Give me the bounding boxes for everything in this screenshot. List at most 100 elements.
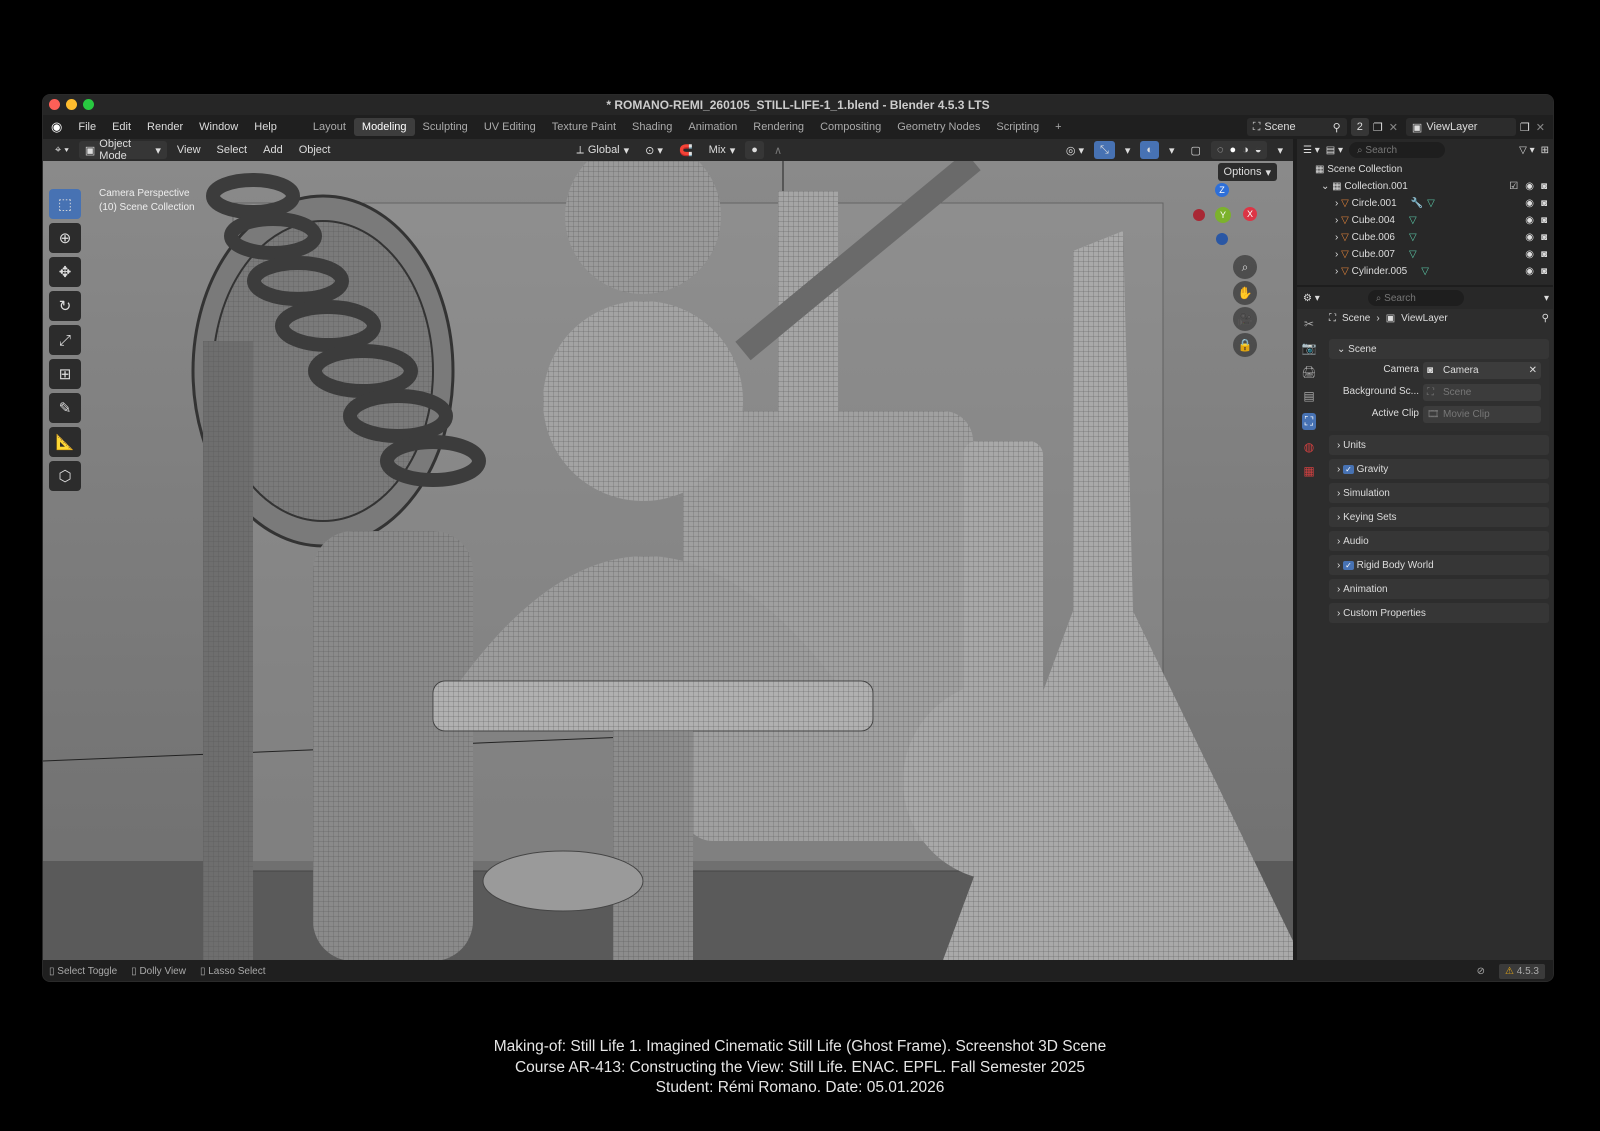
scene-section-header[interactable]: ⌄ Scene — [1329, 339, 1549, 359]
add-cube-tool-icon[interactable]: ⬡ — [49, 461, 81, 491]
panel-custom-properties[interactable]: › Custom Properties — [1329, 603, 1549, 623]
menu-object[interactable]: Object — [293, 141, 337, 159]
eye-icon[interactable]: ◉ — [1525, 232, 1534, 243]
chevron-down-icon[interactable]: ▾ — [1544, 293, 1549, 304]
maximize-icon[interactable] — [83, 99, 94, 110]
tab-scripting[interactable]: Scripting — [988, 118, 1047, 136]
copy-viewlayer-icon[interactable]: ❐ — [1520, 121, 1530, 134]
new-collection-icon[interactable]: ⊞ — [1541, 145, 1549, 156]
outliner-search-input[interactable]: ⌕ Search — [1349, 142, 1446, 158]
camera-icon[interactable]: ◙ — [1541, 181, 1547, 192]
camera-view-icon[interactable]: 🎥 — [1233, 307, 1257, 331]
scene-selector[interactable]: ⛶ Scene ⚲ — [1246, 118, 1347, 136]
close-scene-icon[interactable]: ✕ — [1389, 121, 1398, 134]
tab-sculpting[interactable]: Sculpting — [415, 118, 476, 136]
menu-view[interactable]: View — [171, 141, 207, 159]
copy-scene-icon[interactable]: ❐ — [1373, 121, 1383, 134]
transform-orientation-dropdown[interactable]: ⟂ Global ▾ — [570, 141, 635, 159]
wireframe-shading-icon[interactable]: ◌ — [1217, 144, 1224, 156]
tab-uv-editing[interactable]: UV Editing — [476, 118, 544, 136]
menu-edit[interactable]: Edit — [104, 121, 139, 133]
cursor-tool-icon[interactable]: ⊕ — [49, 223, 81, 253]
gizmo-x-axis[interactable]: X — [1243, 207, 1257, 221]
outliner-row-object[interactable]: › ▽ Cube.006 ▽ ◉ ◙ — [1297, 229, 1553, 246]
pivot-point-dropdown[interactable]: ⊙ ▾ — [639, 141, 669, 159]
gizmo-neg-x-axis[interactable] — [1193, 209, 1205, 221]
display-mode-icon[interactable]: ▤ ▾ — [1326, 145, 1343, 156]
panel-gravity[interactable]: › ✓ Gravity — [1329, 459, 1549, 479]
minimize-icon[interactable] — [66, 99, 77, 110]
tab-compositing[interactable]: Compositing — [812, 118, 889, 136]
chevron-right-icon[interactable]: › — [1335, 232, 1338, 243]
zoom-icon[interactable]: ⌕ — [1233, 255, 1257, 279]
tab-rendering[interactable]: Rendering — [745, 118, 812, 136]
outliner-row-scene-collection[interactable]: ▦ Scene Collection — [1297, 161, 1553, 178]
select-box-tool-icon[interactable]: ⬚ — [49, 189, 81, 219]
checkbox-icon[interactable]: ☑ — [1509, 181, 1518, 192]
xray-toggle[interactable]: ▢ — [1185, 141, 1207, 159]
close-icon[interactable] — [49, 99, 60, 110]
camera-icon[interactable]: ◙ — [1541, 232, 1547, 243]
camera-icon[interactable]: ◙ — [1541, 215, 1547, 226]
gizmo-y-axis[interactable]: Y — [1215, 207, 1231, 223]
lock-icon[interactable]: 🔒 — [1233, 333, 1257, 357]
panel-animation[interactable]: › Animation — [1329, 579, 1549, 599]
rotate-tool-icon[interactable]: ↻ — [49, 291, 81, 321]
menu-select[interactable]: Select — [211, 141, 254, 159]
viewlayer-selector[interactable]: ▣ ViewLayer — [1405, 118, 1516, 136]
shading-dropdown[interactable]: ▾ — [1271, 141, 1289, 159]
gravity-checkbox[interactable]: ✓ — [1343, 464, 1354, 474]
eye-icon[interactable]: ◉ — [1525, 249, 1534, 260]
overlay-toggle[interactable]: ◐ — [1140, 141, 1160, 159]
move-tool-icon[interactable]: ✥ — [49, 257, 81, 287]
overlay-dropdown[interactable]: ▾ — [1163, 141, 1181, 159]
panel-simulation[interactable]: › Simulation — [1329, 483, 1549, 503]
eye-icon[interactable]: ◉ — [1525, 215, 1534, 226]
outliner-editor-icon[interactable]: ☰ ▾ — [1303, 145, 1320, 156]
panel-rigid-body-world[interactable]: › ✓ Rigid Body World — [1329, 555, 1549, 575]
outliner-row-object[interactable]: › ▽ Cube.004 ▽ ◉ ◙ — [1297, 212, 1553, 229]
blender-logo-icon[interactable]: ◉ — [43, 119, 70, 135]
menu-add[interactable]: Add — [257, 141, 289, 159]
solid-shading-icon[interactable]: ● — [1230, 144, 1237, 156]
filter-icon[interactable]: ▽ ▾ — [1519, 145, 1535, 156]
camera-icon[interactable]: ◙ — [1541, 198, 1547, 209]
tab-shading[interactable]: Shading — [624, 118, 680, 136]
navigation-gizmo[interactable]: Z Y X — [1193, 183, 1257, 247]
active-clip-field[interactable]: 🎞 Movie Clip — [1423, 406, 1541, 423]
snap-mode-dropdown[interactable]: Mix ▾ — [703, 141, 742, 159]
chevron-down-icon[interactable]: ⌄ — [1321, 181, 1329, 192]
gizmo-toggle[interactable]: ⤡ — [1094, 141, 1115, 159]
tab-geometry-nodes[interactable]: Geometry Nodes — [889, 118, 988, 136]
chevron-right-icon[interactable]: › — [1335, 215, 1338, 226]
chevron-right-icon[interactable]: › — [1335, 198, 1338, 209]
material-shading-icon[interactable]: ◑ — [1242, 144, 1249, 156]
panel-audio[interactable]: › Audio — [1329, 531, 1549, 551]
camera-icon[interactable]: ◙ — [1541, 266, 1547, 277]
snap-toggle[interactable]: 🧲 — [673, 141, 699, 159]
add-workspace-icon[interactable]: + — [1047, 118, 1069, 136]
chevron-right-icon[interactable]: › — [1335, 266, 1338, 277]
properties-editor-icon[interactable]: ⚙ ▾ — [1303, 293, 1320, 304]
clear-icon[interactable]: ✕ — [1529, 365, 1537, 376]
tab-modeling[interactable]: Modeling — [353, 118, 415, 136]
menu-file[interactable]: File — [70, 121, 104, 133]
transform-tool-icon[interactable]: ⊞ — [49, 359, 81, 389]
rigid-body-checkbox[interactable]: ✓ — [1343, 560, 1354, 570]
eye-icon[interactable]: ◉ — [1525, 181, 1534, 192]
tab-layout[interactable]: Layout — [305, 118, 354, 136]
mode-dropdown[interactable]: ▣ Object Mode ▾ — [78, 138, 167, 162]
menu-help[interactable]: Help — [246, 121, 285, 133]
camera-field[interactable]: ◙ Camera ✕ — [1423, 362, 1541, 379]
panel-keying-sets[interactable]: › Keying Sets — [1329, 507, 1549, 527]
background-scene-field[interactable]: ⛶ Scene — [1423, 384, 1541, 401]
outliner-row-object[interactable]: › ▽ Circle.001 🔧 ▽ ◉ ◙ — [1297, 195, 1553, 212]
rendered-shading-icon[interactable]: ◒ — [1255, 144, 1262, 156]
menu-window[interactable]: Window — [191, 121, 246, 133]
gizmo-neg-z-axis[interactable] — [1216, 233, 1228, 245]
outliner-row-object[interactable]: › ▽ Cube.007 ▽ ◉ ◙ — [1297, 246, 1553, 263]
scale-tool-icon[interactable]: ⤢ — [49, 325, 81, 355]
measure-tool-icon[interactable]: 📐 — [49, 427, 81, 457]
options-dropdown[interactable]: Options ▾ — [1217, 163, 1277, 181]
pin-icon[interactable]: ⚲ — [1542, 313, 1549, 324]
